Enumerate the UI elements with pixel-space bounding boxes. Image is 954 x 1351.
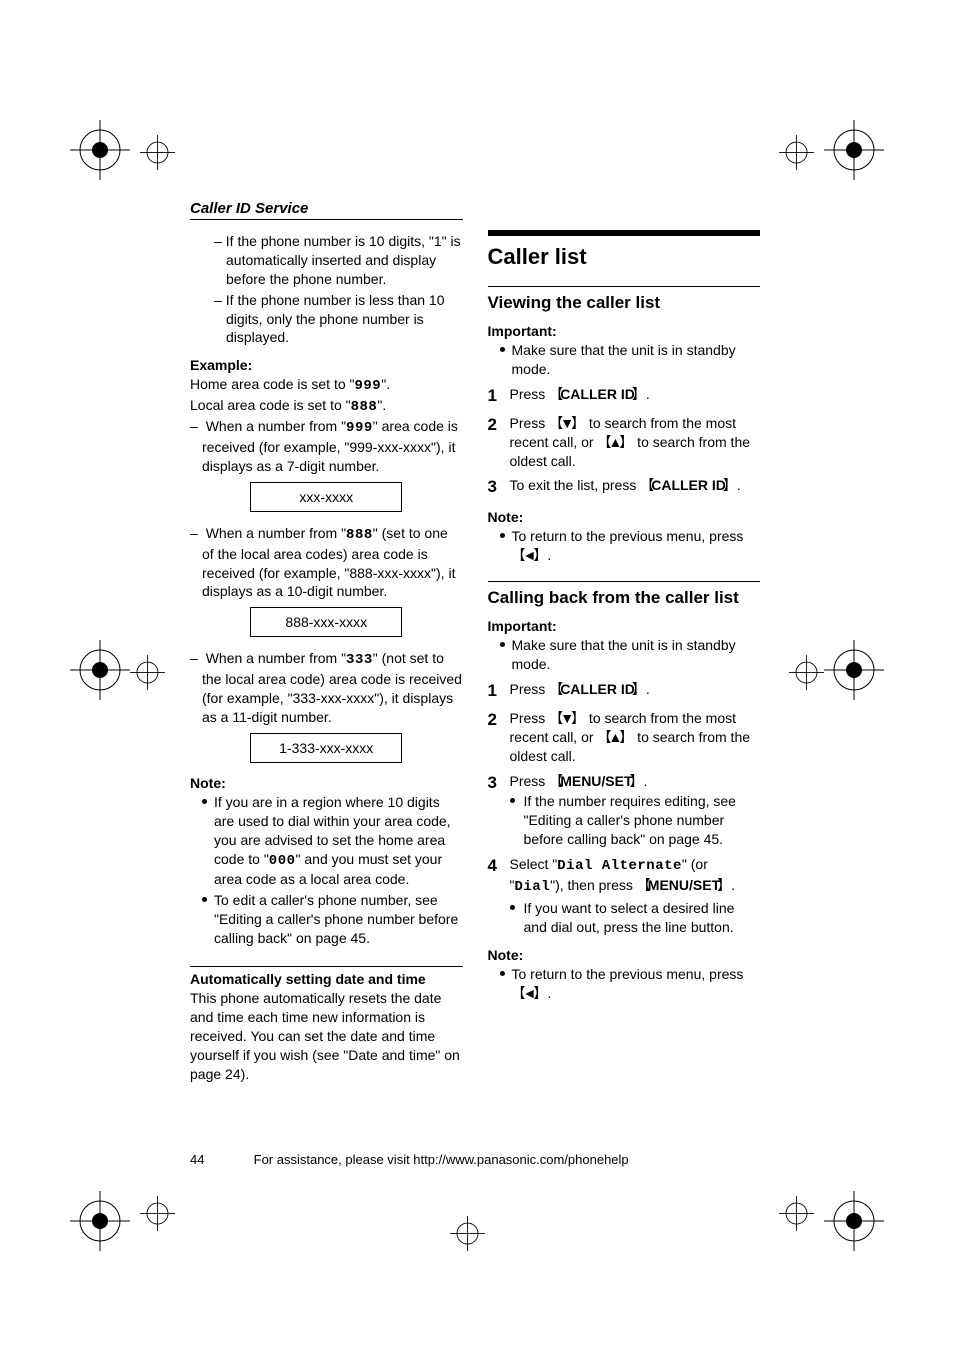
regmark-cross-icon [130, 655, 165, 690]
regmark-icon [824, 1191, 884, 1251]
step-sub-bullet: If the number requires editing, see "Edi… [510, 792, 761, 849]
regmark-cross-icon [779, 1196, 814, 1231]
continuation-item: If the phone number is 10 digits, "1" is… [214, 232, 463, 289]
regmark-icon [824, 120, 884, 180]
step-4: 4 Select "Dial Alternate" (or "Dial"), t… [488, 855, 761, 937]
example-case: When a number from "999" area code is re… [190, 417, 463, 476]
continuation-item: If the phone number is less than 10 digi… [214, 291, 463, 348]
sub-heading: Viewing the caller list [488, 293, 761, 313]
regmark-icon [824, 640, 884, 700]
down-arrow-key: ▼ [549, 415, 585, 431]
left-column: Caller ID Service If the phone number is… [190, 200, 463, 1084]
example-line: Home area code is set to "999". [190, 375, 463, 396]
note-item: If you are in a region where 10 digits a… [202, 793, 463, 889]
menu-set-key: MENU/SET [549, 773, 643, 789]
display-example-box: xxx-xxxx [250, 482, 402, 512]
note-label: Note: [488, 509, 761, 525]
caller-id-key: CALLER ID [549, 386, 646, 402]
example-case: When a number from "333" (not set to the… [190, 649, 463, 727]
down-arrow-key: ▼ [549, 710, 585, 726]
footer-text: For assistance, please visit http://www.… [254, 1152, 629, 1167]
regmark-icon [70, 640, 130, 700]
caller-id-key: CALLER ID [549, 681, 646, 697]
step-1: 1 Press CALLER ID. [488, 385, 761, 408]
regmark-cross-icon [140, 135, 175, 170]
example-line: Local area code is set to "888". [190, 396, 463, 417]
step-2: 2 Press ▼ to search from the most recent… [488, 414, 761, 471]
menu-set-key: MENU/SET [637, 877, 731, 893]
example-case: When a number from "888" (set to one of … [190, 524, 463, 602]
up-arrow-key: ▲ [597, 729, 633, 745]
example-label: Example: [190, 357, 463, 373]
regmark-cross-icon [140, 1196, 175, 1231]
page-footer: 44 For assistance, please visit http://w… [190, 1152, 760, 1167]
regmark-cross-icon [779, 135, 814, 170]
regmark-icon [70, 1191, 130, 1251]
important-label: Important: [488, 323, 761, 339]
step-1: 1 Press CALLER ID. [488, 680, 761, 703]
note-label: Note: [488, 947, 761, 963]
main-heading: Caller list [488, 244, 761, 270]
important-item: Make sure that the unit is in standby mo… [500, 636, 761, 674]
subsection-body: This phone automatically resets the date… [190, 989, 463, 1083]
left-arrow-key: ◄ [512, 985, 548, 1001]
caller-id-key: CALLER ID [640, 477, 737, 493]
note-label: Note: [190, 775, 463, 791]
important-label: Important: [488, 618, 761, 634]
step-3: 3 Press MENU/SET. If the number requires… [488, 772, 761, 850]
right-column: Caller list Viewing the caller list Impo… [488, 200, 761, 1084]
display-example-box: 888-xxx-xxxx [250, 607, 402, 637]
important-item: Make sure that the unit is in standby mo… [500, 341, 761, 379]
page-number: 44 [190, 1152, 250, 1167]
up-arrow-key: ▲ [597, 434, 633, 450]
note-item: To return to the previous menu, press ◄. [500, 965, 761, 1003]
regmark-cross-icon [789, 655, 824, 690]
step-sub-bullet: If you want to select a desired line and… [510, 899, 761, 937]
display-example-box: 1-333-xxx-xxxx [250, 733, 402, 763]
note-item: To edit a caller's phone number, see "Ed… [202, 891, 463, 948]
step-3: 3 To exit the list, press CALLER ID. [488, 476, 761, 499]
step-2: 2 Press ▼ to search from the most recent… [488, 709, 761, 766]
section-title: Caller ID Service [190, 200, 463, 220]
note-item: To return to the previous menu, press ◄. [500, 527, 761, 565]
sub-heading: Calling back from the caller list [488, 588, 761, 608]
left-arrow-key: ◄ [512, 547, 548, 563]
subsection-heading: Automatically setting date and time [190, 971, 463, 987]
regmark-cross-icon [450, 1216, 485, 1251]
regmark-icon [70, 120, 130, 180]
